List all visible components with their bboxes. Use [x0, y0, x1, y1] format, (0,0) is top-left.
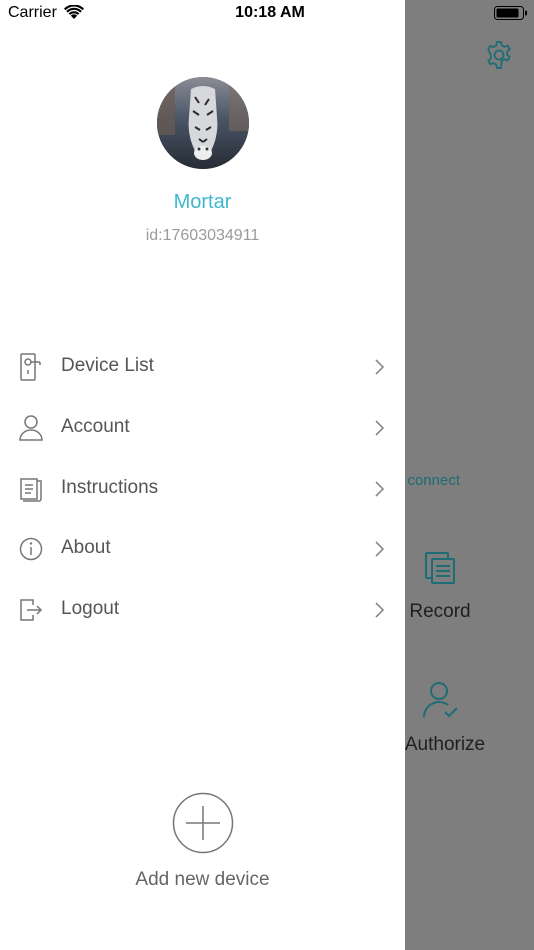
carrier-label: Carrier — [8, 4, 57, 21]
add-device-button[interactable] — [172, 792, 234, 854]
add-device-label[interactable]: Add new device — [0, 869, 405, 891]
record-label[interactable]: Record — [390, 601, 490, 623]
authorize-label[interactable]: Authorize — [390, 734, 500, 756]
drawer-menu: Device List Account Instructions About L… — [0, 337, 405, 641]
chevron-right-icon — [375, 541, 385, 557]
menu-label-account: Account — [61, 415, 130, 437]
record-icon[interactable] — [423, 551, 457, 585]
clock-time: 10:18 AM — [235, 4, 305, 21]
chevron-right-icon — [375, 602, 385, 618]
status-bar: Carrier 10:18 AM — [0, 0, 534, 28]
avatar-image-icon — [157, 77, 249, 169]
user-id: id:17603034911 — [145, 227, 260, 244]
menu-item-instructions[interactable]: Instructions — [0, 459, 405, 520]
chevron-right-icon — [375, 481, 385, 497]
chevron-right-icon — [375, 359, 385, 375]
logout-icon — [20, 599, 43, 621]
menu-label-logout: Logout — [61, 598, 120, 620]
menu-item-account[interactable]: Account — [0, 398, 405, 459]
info-icon — [19, 538, 43, 561]
user-name: Mortar — [173, 191, 232, 213]
wifi-icon — [64, 5, 84, 19]
authorize-user-icon[interactable] — [421, 680, 459, 720]
menu-item-about[interactable]: About — [0, 519, 405, 580]
menu-item-device-list[interactable]: Device List — [0, 337, 405, 398]
menu-label-about: About — [61, 537, 111, 559]
battery-icon — [494, 6, 527, 20]
chevron-right-icon — [375, 420, 385, 436]
document-icon — [20, 477, 42, 502]
settings-gear-icon[interactable] — [484, 40, 514, 70]
side-drawer: Mortar id:17603034911 Device List Accoun… — [0, 0, 405, 950]
door-lock-icon — [20, 353, 41, 381]
menu-label-device-list: Device List — [61, 355, 154, 376]
user-icon — [19, 415, 43, 441]
menu-label-instructions: Instructions — [61, 476, 159, 498]
avatar[interactable] — [157, 77, 249, 169]
menu-item-logout[interactable]: Logout — [0, 580, 405, 641]
